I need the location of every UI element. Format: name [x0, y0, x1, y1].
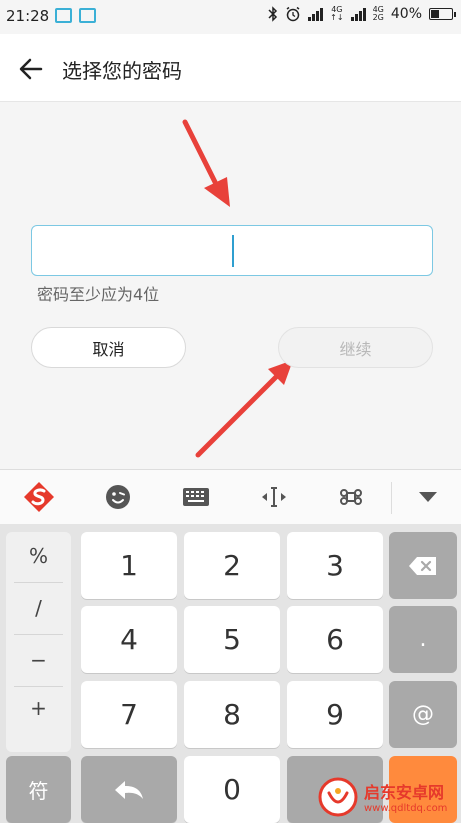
cursor-move-button[interactable] — [254, 478, 294, 516]
cancel-button[interactable]: 取消 — [31, 327, 186, 368]
key-7[interactable]: 7 — [81, 681, 177, 748]
key-2[interactable]: 2 — [184, 532, 280, 599]
continue-button[interactable]: 继续 — [278, 327, 433, 368]
keyboard-switch-button[interactable] — [176, 478, 216, 516]
backspace-icon — [409, 556, 436, 575]
sogou-logo-button[interactable] — [19, 478, 59, 516]
hide-keyboard-button[interactable] — [408, 478, 448, 516]
bluetooth-icon — [268, 6, 278, 22]
arrow-to-continue — [195, 360, 293, 458]
watermark: 启东安卓网 www.qdltdq.com — [318, 770, 461, 823]
symbol-divider — [14, 582, 63, 583]
key-9[interactable]: 9 — [287, 681, 383, 748]
symbol-key-minus[interactable]: − — [6, 636, 71, 684]
battery-percent: 40% — [390, 6, 422, 22]
at-key[interactable]: @ — [389, 681, 457, 748]
symbol-key-plus[interactable]: + — [6, 684, 71, 732]
network-type-2: 4G 2G — [373, 6, 384, 22]
return-key[interactable] — [81, 756, 177, 823]
keyboard-icon — [183, 488, 209, 506]
symbol-column: % / − + — [6, 532, 71, 752]
key-3[interactable]: 3 — [287, 532, 383, 599]
key-0[interactable]: 0 — [184, 756, 280, 823]
delete-key[interactable] — [389, 532, 457, 599]
emoji-button[interactable] — [98, 478, 138, 516]
text-cursor — [232, 235, 234, 267]
symbol-key-percent[interactable]: % — [6, 532, 71, 580]
network-type-1: 4G ↑↓ — [330, 5, 344, 22]
back-arrow-icon — [19, 58, 43, 80]
command-icon — [340, 488, 362, 506]
signal-icon-2 — [350, 7, 366, 21]
key-5[interactable]: 5 — [184, 606, 280, 673]
alarm-icon — [286, 6, 300, 22]
watermark-name: 启东安卓网 — [364, 783, 445, 802]
key-8[interactable]: 8 — [184, 681, 280, 748]
cursor-move-icon — [262, 487, 286, 507]
keyboard-toolbar — [0, 469, 461, 524]
emoji-icon — [106, 485, 130, 509]
toolbar-divider — [391, 482, 392, 514]
symbol-key-slash[interactable]: / — [6, 584, 71, 632]
symbol-divider — [14, 634, 63, 635]
app-header: 选择您的密码 — [0, 34, 461, 102]
command-button[interactable] — [331, 478, 371, 516]
keyboard-notification-icon — [55, 8, 72, 23]
password-input[interactable] — [31, 225, 433, 276]
dot-key[interactable]: . — [389, 606, 457, 673]
key-6[interactable]: 6 — [287, 606, 383, 673]
battery-icon — [429, 8, 456, 20]
status-bar: 21:28 4G ↑↓ 4G 2G 40% — [0, 0, 461, 34]
key-4[interactable]: 4 — [81, 606, 177, 673]
status-time: 21:28 — [6, 7, 50, 25]
page-title: 选择您的密码 — [62, 59, 182, 83]
watermark-logo-icon — [318, 777, 358, 816]
undo-arrow-icon — [115, 780, 143, 799]
network-label: 4G — [331, 5, 343, 14]
screenshot-notification-icon — [79, 8, 96, 23]
network-label-3: 2G — [372, 13, 384, 22]
symbol-switch-key[interactable]: 符 — [6, 756, 71, 823]
chevron-down-icon — [419, 492, 437, 502]
password-hint: 密码至少应为4位 — [37, 285, 160, 304]
signal-icon — [308, 7, 324, 21]
arrow-to-input — [182, 119, 230, 207]
sogou-logo-icon — [24, 482, 54, 512]
watermark-url: www.qdltdq.com — [364, 803, 448, 814]
status-right: 4G ↑↓ 4G 2G 40% — [268, 5, 456, 22]
key-1[interactable]: 1 — [81, 532, 177, 599]
back-button[interactable] — [14, 52, 48, 86]
